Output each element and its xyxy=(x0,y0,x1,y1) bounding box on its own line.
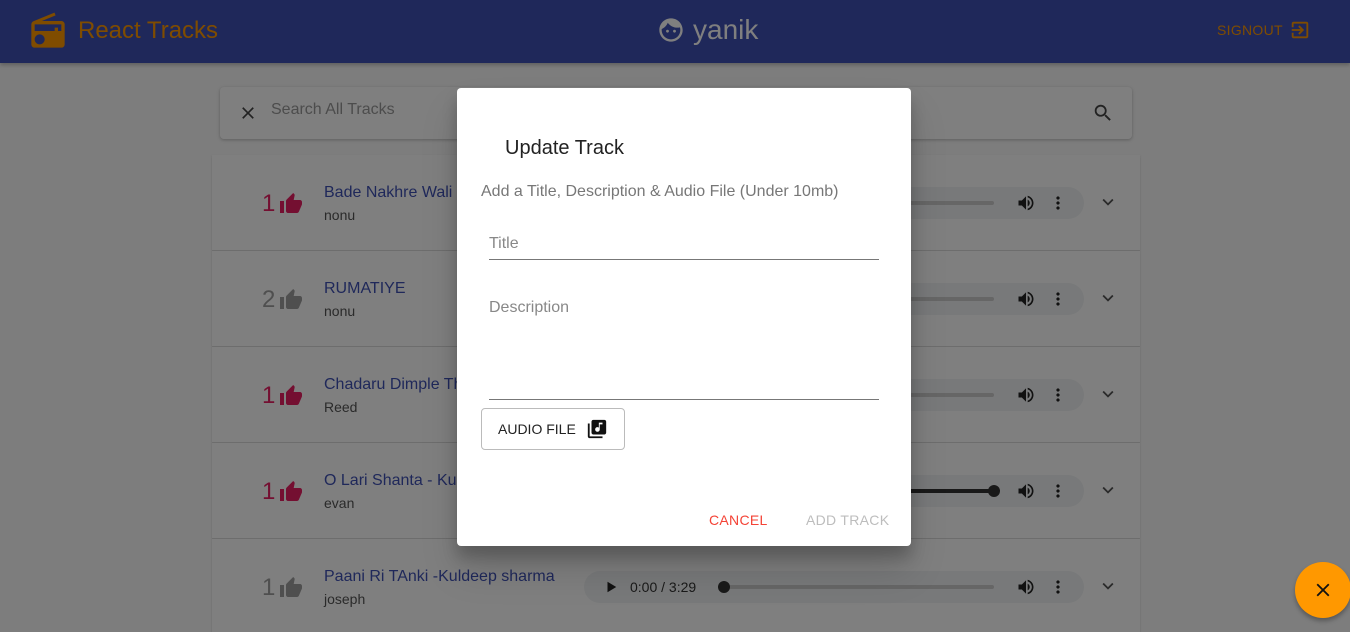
title-label: Title xyxy=(489,235,519,252)
dialog-subtitle: Add a Title, Description & Audio File (U… xyxy=(481,183,839,200)
update-track-dialog: Update Track Add a Title, Description & … xyxy=(457,88,911,546)
audio-file-label: AUDIO FILE xyxy=(498,421,576,437)
add-track-button[interactable]: ADD TRACK xyxy=(806,512,889,528)
description-field[interactable]: Description xyxy=(489,295,879,400)
close-icon xyxy=(1316,583,1330,597)
description-label: Description xyxy=(489,299,570,316)
dialog-title: Update Track xyxy=(505,137,624,159)
library-music-icon xyxy=(587,419,606,439)
title-field[interactable]: Title xyxy=(489,233,879,260)
close-fab-button[interactable] xyxy=(1295,562,1350,618)
audio-file-button[interactable]: AUDIO FILE xyxy=(481,408,625,450)
cancel-button[interactable]: CANCEL xyxy=(709,512,768,528)
